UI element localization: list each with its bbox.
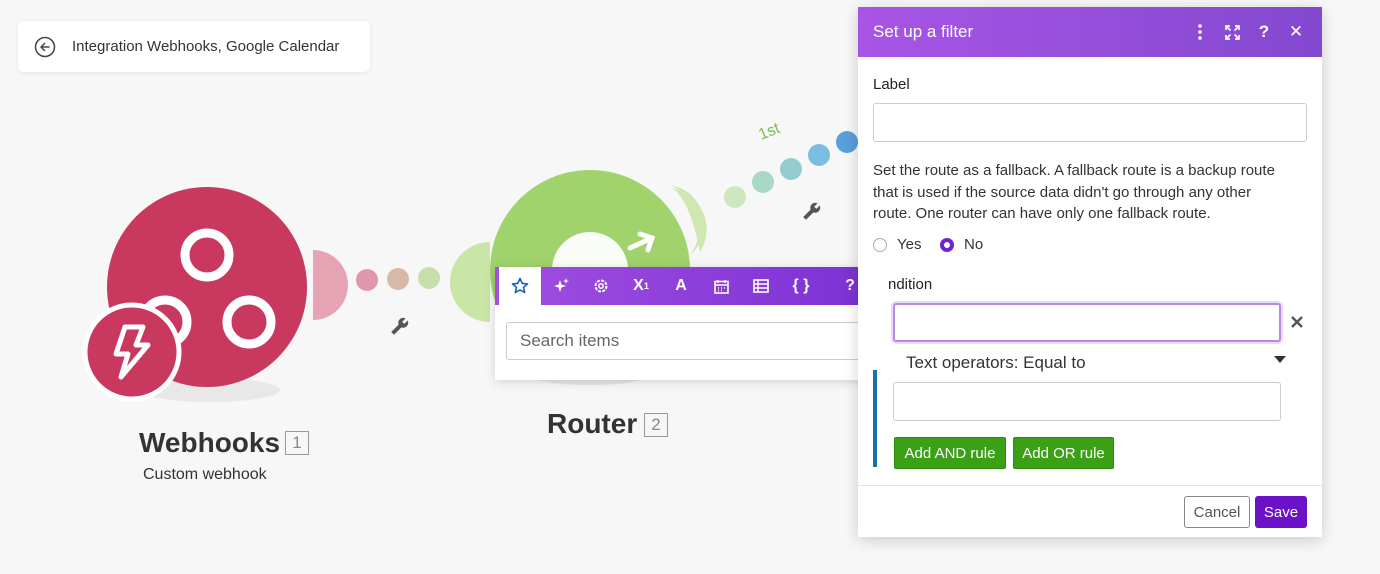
label-caption: Label	[873, 76, 910, 93]
webhooks-router-connection[interactable]	[313, 242, 490, 322]
label-input[interactable]	[873, 103, 1307, 142]
value-input[interactable]	[893, 382, 1281, 421]
fallback-yes-radio[interactable]: Yes	[873, 236, 921, 253]
webhooks-module[interactable]	[82, 187, 307, 402]
instant-trigger-badge	[82, 302, 182, 402]
expand-icon[interactable]	[1216, 16, 1248, 48]
router-input-connector	[450, 242, 490, 322]
braces-icon[interactable]: { }	[781, 267, 821, 305]
condition-input[interactable]	[893, 303, 1281, 342]
footer-divider	[858, 485, 1322, 486]
cancel-button[interactable]: Cancel	[1184, 496, 1250, 528]
operator-select[interactable]: Text operators: Equal to	[906, 351, 1286, 375]
connection-dot	[780, 158, 802, 180]
sparkle-icon[interactable]	[541, 267, 581, 305]
connection-dot	[387, 268, 409, 290]
radio-selected-icon	[940, 237, 954, 252]
webhooks-output-connector	[313, 250, 348, 320]
help-icon[interactable]: ?	[1248, 16, 1280, 48]
fallback-no-label: No	[964, 236, 984, 253]
route-order-label: 1st	[756, 120, 783, 144]
connection-dot	[724, 186, 746, 208]
operator-value: Text operators: Equal to	[906, 353, 1086, 372]
calendar-icon[interactable]	[701, 267, 741, 305]
fallback-help-text: Set the route as a fallback. A fallback …	[873, 162, 1275, 222]
add-or-rule-button[interactable]: Add OR rule	[1013, 437, 1114, 469]
router-title: Router	[547, 408, 638, 439]
connection-dot	[808, 144, 830, 166]
remove-condition-icon[interactable]	[1287, 312, 1307, 332]
star-icon[interactable]	[499, 267, 541, 305]
breadcrumb: Integration Webhooks, Google Calendar	[18, 21, 370, 72]
add-and-rule-button[interactable]: Add AND rule	[894, 437, 1006, 469]
webhooks-subtitle: Custom webhook	[143, 466, 267, 483]
close-icon[interactable]: ✕	[1280, 16, 1312, 48]
webhooks-title: Webhooks	[139, 427, 281, 458]
superscript-icon[interactable]: X1	[621, 267, 661, 305]
connection-dot	[836, 131, 858, 153]
radio-unselected-icon	[873, 237, 887, 252]
wrench-icon[interactable]	[389, 315, 411, 337]
mapping-toolbar: X1 A { } ? ✕	[495, 267, 895, 305]
back-arrow-icon[interactable]	[34, 36, 56, 58]
scenario-name: Integration Webhooks, Google Calendar	[72, 38, 340, 55]
connection-dot	[356, 269, 378, 291]
webhooks-module-number: 1	[285, 431, 309, 455]
dialog-header: Set up a filter ? ✕	[858, 7, 1322, 57]
chevron-down-icon	[1274, 356, 1286, 363]
router-module-number: 2	[644, 413, 668, 437]
dialog-title: Set up a filter	[873, 22, 974, 41]
gear-icon[interactable]	[581, 267, 621, 305]
fallback-yes-label: Yes	[897, 236, 922, 253]
wrench-icon[interactable]	[801, 200, 823, 222]
filter-dialog: Set up a filter ? ✕ Label Set the route …	[858, 7, 1322, 537]
rule-group-bar	[873, 370, 877, 467]
mapping-panel: X1 A { } ? ✕	[495, 267, 895, 380]
route-connection[interactable]	[724, 131, 858, 208]
more-options-icon[interactable]	[1184, 16, 1216, 48]
table-icon[interactable]	[741, 267, 781, 305]
search-items-input[interactable]	[506, 322, 882, 360]
text-icon[interactable]: A	[661, 267, 701, 305]
connection-dot	[752, 171, 774, 193]
save-button[interactable]: Save	[1255, 496, 1307, 528]
connection-dot	[418, 267, 440, 289]
fallback-no-radio[interactable]: No	[940, 236, 983, 253]
condition-caption: ndition	[888, 276, 933, 293]
